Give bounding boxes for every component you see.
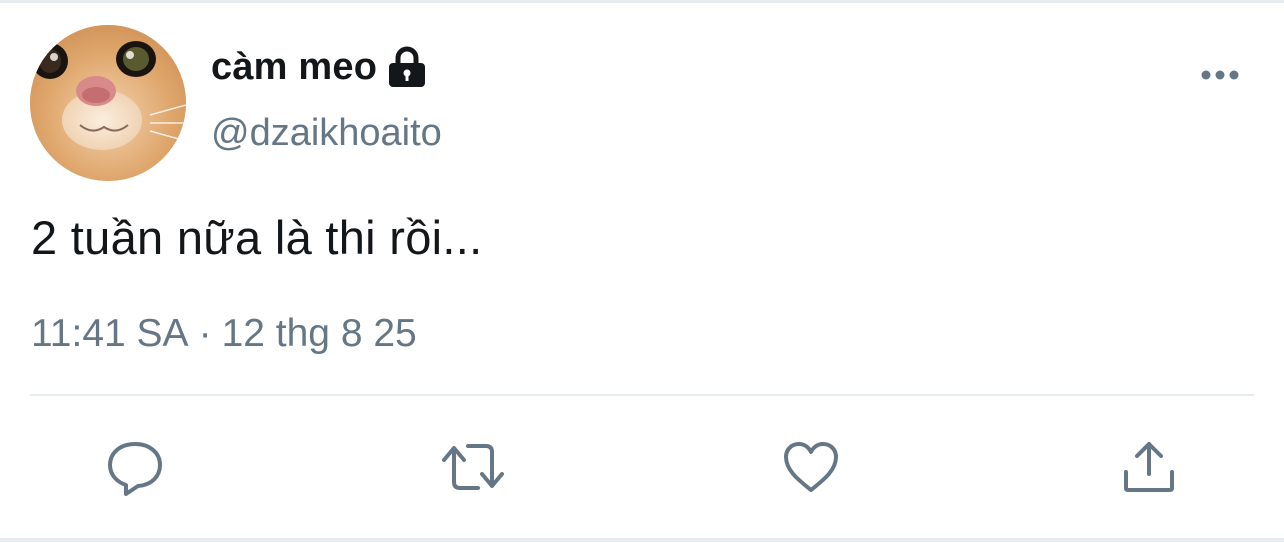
top-border [0,0,1284,3]
like-button[interactable] [778,434,844,500]
more-dots-icon [1201,70,1239,80]
reply-button[interactable] [102,434,168,500]
cat-avatar-image [30,25,186,181]
reply-bubble-icon [108,442,162,496]
share-upload-icon [1124,442,1174,492]
avatar[interactable] [30,25,186,181]
retweet-icon [442,444,504,490]
tweet-timestamp[interactable]: 11:41 SA · 12 thg 8 25 [31,312,417,356]
display-name-row: càm meo [211,41,427,93]
tweet-date: 12 thg 8 25 [221,312,417,355]
tweet-time: 11:41 SA [31,312,189,355]
more-options-button[interactable] [1196,58,1244,92]
retweet-button[interactable] [440,434,506,500]
meta-separator: · [198,312,212,355]
heart-icon [784,442,838,492]
lock-icon [387,46,427,88]
user-handle[interactable]: @dzaikhoaito [211,112,442,155]
bottom-border [0,538,1284,542]
display-name[interactable]: càm meo [211,46,377,89]
actions-divider [30,394,1254,396]
share-button[interactable] [1116,434,1182,500]
tweet-text: 2 tuần nữa là thi rồi... [31,211,483,264]
